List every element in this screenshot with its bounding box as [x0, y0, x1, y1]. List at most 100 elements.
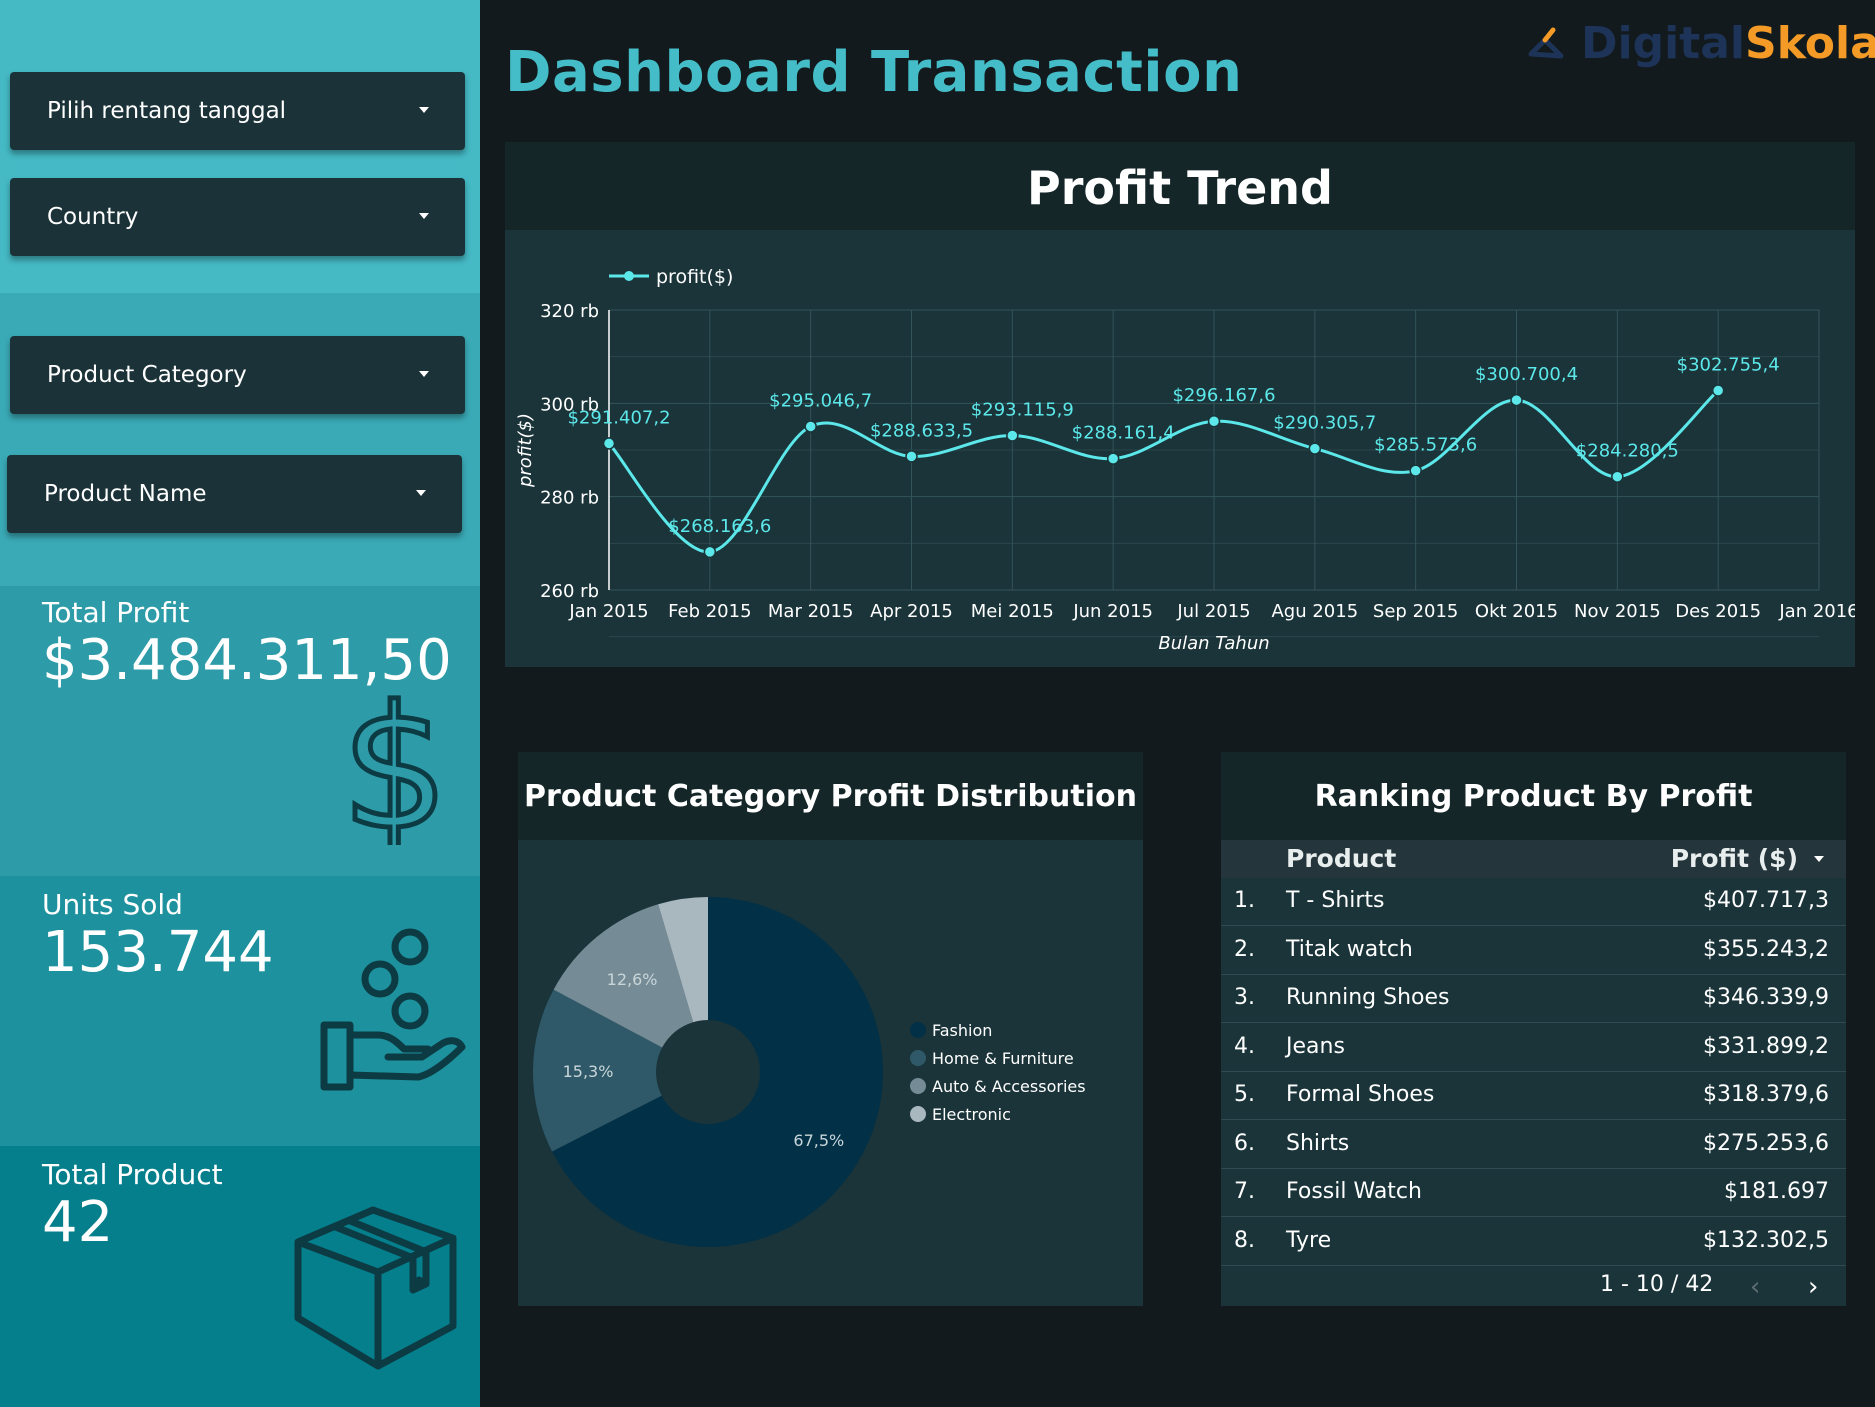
rank-cell: 3. [1234, 985, 1255, 1010]
next-page-icon[interactable]: › [1808, 1272, 1818, 1302]
product-name-dropdown[interactable]: Product Name [7, 455, 462, 533]
data-label: $295.046,7 [769, 390, 872, 411]
table-row[interactable]: 3. Running Shoes $346.339,9 [1221, 975, 1846, 1023]
table-row[interactable]: 5. Formal Shoes $318.379,6 [1221, 1072, 1846, 1120]
chevron-down-icon [416, 490, 426, 496]
product-cell: Fossil Watch [1286, 1179, 1422, 1204]
date-range-label: Pilih rentang tanggal [47, 98, 287, 124]
table-row[interactable]: 4. Jeans $331.899,2 [1221, 1024, 1846, 1072]
profit-trend-chart: 260 rb280 rb300 rb320 rbJan 2015 Feb 2015… [515, 266, 1855, 654]
x-tick-label: Jul 2015 [1176, 601, 1250, 622]
data-label: $268.163,6 [668, 516, 771, 537]
category-distribution-chart: 67,5% 15,3% 12,6% Fashion Home & Furniture Au… [533, 897, 1086, 1247]
rank-cell: 8. [1234, 1227, 1255, 1253]
product-cell: T - Shirts [1286, 888, 1385, 913]
legend-marker [910, 1106, 926, 1122]
data-point [905, 450, 918, 463]
column-header-product[interactable]: Product [1286, 844, 1396, 873]
total-product-label: Total Product [42, 1158, 223, 1191]
product-category-label: Product Category [47, 362, 247, 388]
x-tick-label: Sep 2015 [1373, 601, 1458, 622]
data-label: $284.280,5 [1576, 441, 1679, 462]
ranking-title: Ranking Product By Profit [1221, 752, 1846, 840]
product-cell: Titak watch [1286, 936, 1413, 962]
legend-label: Auto & Accessories [932, 1077, 1086, 1096]
total-product-value: 42 [42, 1190, 114, 1255]
x-tick-label: Mei 2015 [971, 601, 1054, 622]
profit-cell: $275.253,6 [1703, 1130, 1829, 1156]
units-sold-label: Units Sold [42, 888, 183, 921]
profit-cell: $346.339,9 [1703, 985, 1829, 1010]
data-label: $291.407,2 [567, 407, 670, 428]
legend-label: profit($) [656, 266, 733, 288]
legend-label: Home & Furniture [932, 1049, 1074, 1068]
chevron-down-icon [419, 371, 429, 377]
x-tick-label: Agu 2015 [1271, 601, 1358, 622]
data-point [703, 545, 717, 559]
pie-center-hole [656, 1020, 760, 1124]
table-row[interactable]: 2. Titak watch $355.243,2 [1221, 927, 1846, 975]
category-distribution-title: Product Category Profit Distribution [518, 752, 1143, 840]
x-tick-label: Mar 2015 [768, 601, 854, 622]
product-cell: Jeans [1286, 1033, 1345, 1059]
pie-slice-label: 12,6% [607, 970, 658, 989]
prev-page-icon[interactable]: ‹ [1750, 1272, 1760, 1302]
country-label: Country [47, 204, 139, 230]
data-point [1106, 452, 1120, 465]
x-tick-label: Jun 2015 [1072, 601, 1153, 622]
x-tick-label: Jan 2015 [568, 601, 648, 622]
country-dropdown[interactable]: Country [10, 178, 465, 256]
data-label: $288.633,5 [870, 420, 973, 441]
product-category-dropdown[interactable]: Product Category [10, 336, 465, 414]
product-cell: Running Shoes [1286, 985, 1450, 1010]
profit-cell: $181.697 [1724, 1179, 1829, 1204]
table-row[interactable]: 7. Fossil Watch $181.697 [1221, 1169, 1846, 1217]
x-tick-label: Nov 2015 [1574, 601, 1661, 622]
sort-desc-icon[interactable] [1814, 856, 1824, 862]
legend-marker [910, 1078, 926, 1094]
product-name-label: Product Name [44, 481, 207, 507]
rank-cell: 7. [1234, 1179, 1255, 1204]
table-row[interactable]: 8. Tyre $132.302,5 [1221, 1218, 1846, 1266]
table-row[interactable]: 1. T - Shirts $407.717,3 [1221, 878, 1846, 926]
data-label: $290.305,7 [1273, 413, 1376, 434]
rank-cell: 1. [1234, 888, 1255, 913]
data-point [1006, 429, 1019, 442]
table-row[interactable]: 6. Shirts $275.253,6 [1221, 1121, 1846, 1169]
profit-cell: $331.899,2 [1703, 1033, 1829, 1059]
product-cell: Tyre [1286, 1227, 1332, 1253]
pagination-label: 1 - 10 / 42 [1600, 1272, 1714, 1297]
svg-text:$: $ [341, 695, 449, 845]
pie-slice-label: 15,3% [563, 1062, 614, 1081]
data-point [1611, 470, 1624, 483]
pie-slice-label: 67,5% [793, 1131, 844, 1150]
data-point [1711, 384, 1725, 397]
x-axis-title: Bulan Tahun [1158, 633, 1269, 654]
total-profit-label: Total Profit [42, 596, 190, 629]
x-tick-label: Jan 2016 [1778, 601, 1855, 622]
data-point [1308, 442, 1322, 455]
column-header-profit[interactable]: Profit ($) [1671, 844, 1798, 873]
y-tick-label: 280 rb [540, 488, 599, 509]
legend-marker [910, 1050, 926, 1066]
chevron-down-icon [419, 213, 429, 219]
ranking-table-header: Product Profit ($) [1221, 840, 1846, 878]
profit-cell: $132.302,5 [1703, 1227, 1829, 1253]
y-tick-label: 260 rb [540, 581, 599, 602]
coins-hand-icon [320, 928, 466, 1091]
date-range-dropdown[interactable]: Pilih rentang tanggal [10, 72, 465, 150]
dollar-icon: $ [340, 695, 450, 845]
profit-cell: $407.717,3 [1703, 888, 1829, 913]
logo-icon [1528, 27, 1564, 59]
product-cell: Formal Shoes [1286, 1082, 1435, 1107]
legend-label: Electronic [932, 1105, 1011, 1124]
legend-marker [910, 1022, 926, 1038]
data-label: $288.161,4 [1072, 423, 1175, 444]
rank-cell: 5. [1234, 1082, 1255, 1107]
legend-marker [624, 271, 634, 281]
package-box-icon [294, 1206, 457, 1370]
chevron-down-icon [419, 107, 429, 113]
x-tick-label: Okt 2015 [1475, 601, 1558, 622]
x-tick-label: Apr 2015 [870, 601, 953, 622]
profit-series-line [607, 389, 1720, 554]
